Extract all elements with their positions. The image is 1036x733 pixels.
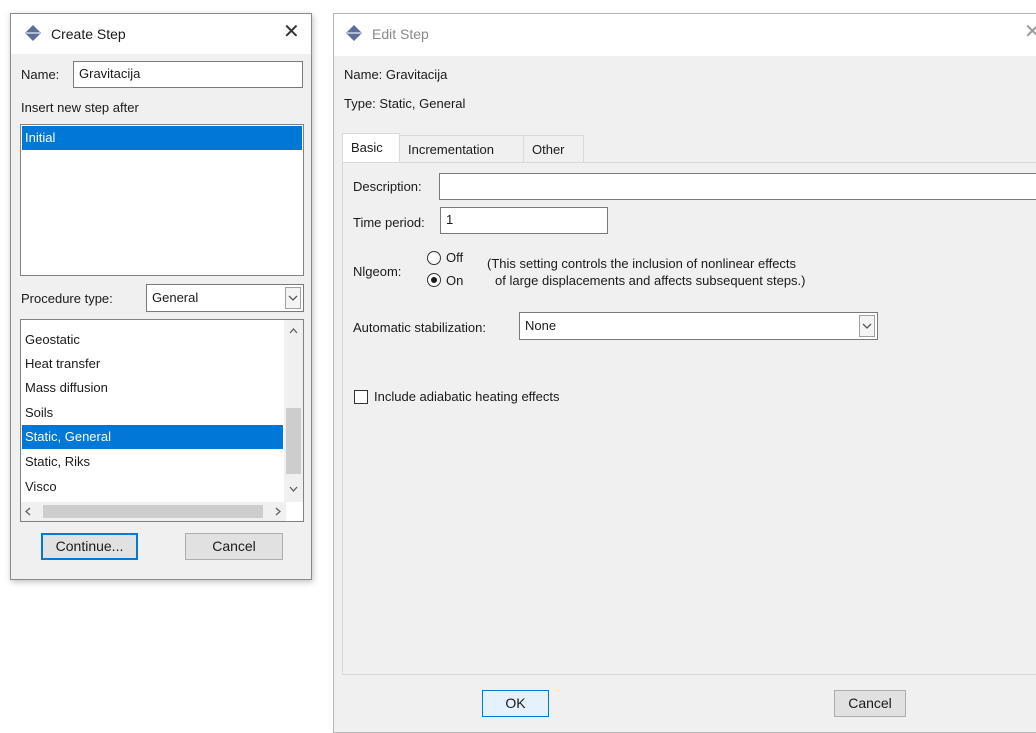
list-item[interactable]: Visco (22, 475, 302, 499)
create-step-titlebar[interactable]: Create Step ✕ (11, 14, 311, 54)
cancel-button[interactable]: Cancel (834, 690, 906, 717)
basic-tab-panel: Description: Time period: 1 Nlgeom: Off … (342, 162, 1036, 675)
scroll-down-icon[interactable] (284, 483, 303, 495)
procedure-type-label: Procedure type: (21, 291, 113, 306)
auto-stabilization-select[interactable]: None (519, 312, 878, 340)
close-icon[interactable]: ✕ (283, 22, 300, 42)
description-input[interactable] (439, 173, 1036, 200)
scroll-thumb[interactable] (43, 505, 263, 518)
tab-basic[interactable]: Basic (342, 133, 400, 162)
list-item[interactable]: Static, Riks (22, 450, 302, 474)
step-name-input[interactable]: Gravitacija (73, 61, 303, 88)
auto-stabilization-value: None (525, 318, 557, 333)
tab-incrementation[interactable]: Incrementation (400, 135, 524, 162)
description-label: Description: (353, 179, 422, 194)
nlgeom-off-radio[interactable] (427, 251, 441, 265)
list-item[interactable]: Initial (22, 126, 302, 150)
step-arrows-icon (346, 25, 362, 41)
scroll-thumb[interactable] (286, 408, 301, 474)
procedure-list[interactable]: Geostatic Heat transfer Mass diffusion S… (20, 319, 304, 522)
step-name-text: Name: Gravitacija (344, 67, 448, 82)
continue-button[interactable]: Continue... (41, 533, 138, 560)
scroll-up-icon[interactable] (284, 325, 303, 337)
time-period-input[interactable]: 1 (440, 207, 608, 234)
scroll-right-icon[interactable] (275, 507, 281, 519)
nlgeom-on-radio[interactable] (427, 273, 441, 287)
list-item[interactable]: Geostatic (22, 328, 302, 352)
edit-step-dialog: Edit Step ✕ Name: Gravitacija Type: Stat… (333, 13, 1036, 733)
nlgeom-label: Nlgeom: (353, 264, 402, 279)
adiabatic-checkbox[interactable] (354, 390, 368, 404)
create-step-title: Create Step (51, 26, 126, 42)
tab-other[interactable]: Other (524, 135, 584, 162)
scroll-left-icon[interactable] (25, 507, 31, 519)
chevron-down-icon[interactable] (285, 287, 301, 309)
insert-after-label: Insert new step after (21, 100, 139, 115)
list-item[interactable]: Heat transfer (22, 352, 302, 376)
step-type-text: Type: Static, General (344, 96, 466, 111)
radio-dot (431, 277, 437, 283)
vertical-scrollbar[interactable] (284, 320, 303, 502)
name-label: Name: (21, 67, 60, 82)
nlgeom-note-line1: (This setting controls the inclusion of … (487, 256, 797, 271)
close-icon[interactable]: ✕ (1024, 22, 1036, 42)
horizontal-scrollbar[interactable] (21, 502, 286, 521)
adiabatic-label: Include adiabatic heating effects (374, 389, 560, 404)
create-step-dialog: Create Step ✕ Name: Gravitacija Insert n… (10, 13, 312, 580)
edit-step-titlebar[interactable]: Edit Step ✕ (334, 14, 1036, 56)
nlgeom-on-label: On (446, 273, 464, 288)
list-item[interactable]: Mass diffusion (22, 376, 302, 400)
list-item-selected[interactable]: Static, General (22, 425, 283, 449)
edit-step-title: Edit Step (372, 26, 429, 42)
auto-stabilization-label: Automatic stabilization: (353, 320, 486, 335)
nlgeom-note-line2: of large displacements and affects subse… (495, 273, 806, 288)
chevron-down-icon[interactable] (859, 315, 875, 337)
nlgeom-off-label: Off (446, 250, 464, 265)
procedure-type-select[interactable]: General (146, 284, 304, 312)
procedure-type-value: General (152, 290, 199, 305)
list-item[interactable]: Soils (22, 401, 302, 425)
insert-after-list[interactable]: Initial (20, 124, 304, 276)
step-arrows-icon (25, 25, 41, 41)
cancel-button[interactable]: Cancel (185, 533, 283, 560)
ok-button[interactable]: OK (482, 690, 549, 717)
time-period-label: Time period: (353, 215, 425, 230)
